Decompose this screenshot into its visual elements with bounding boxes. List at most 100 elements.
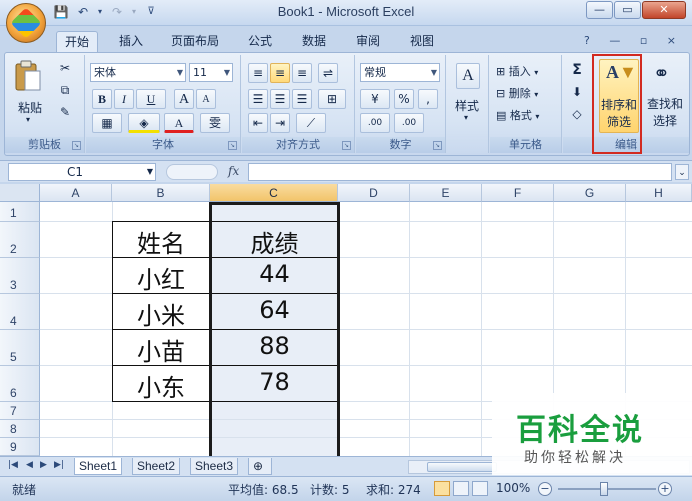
italic-button[interactable]: I — [114, 89, 134, 109]
column-header-h[interactable]: H — [626, 184, 692, 202]
last-sheet-icon[interactable]: ▶| — [54, 460, 64, 470]
styles-button[interactable]: 样式 — [455, 97, 479, 114]
bold-button[interactable]: B — [92, 89, 112, 109]
row-header-1[interactable]: 1 — [0, 202, 40, 222]
formula-input[interactable] — [248, 163, 672, 181]
number-format-select[interactable]: 常规 ▼ — [360, 63, 440, 82]
first-sheet-icon[interactable]: |◀ — [8, 460, 18, 470]
borders-icon[interactable]: ▦ — [92, 113, 122, 133]
align-middle-icon[interactable]: ≡ — [270, 63, 290, 83]
table-cell[interactable]: 78 — [212, 368, 337, 396]
font-launcher-icon[interactable]: ↘ — [228, 141, 237, 150]
paste-dropdown-icon[interactable]: ▾ — [26, 115, 30, 124]
tab-insert[interactable]: 插入 — [110, 31, 152, 52]
shrink-font-button[interactable]: A — [196, 89, 216, 109]
row-header-4[interactable]: 4 — [0, 294, 40, 330]
table-cell[interactable]: 44 — [212, 260, 337, 288]
sheet-tab-2[interactable]: Sheet2 — [132, 458, 181, 475]
workbook-window-controls[interactable]: ? — ▫ × — [584, 34, 684, 47]
tab-view[interactable]: 视图 — [402, 31, 442, 52]
decrease-decimal-button[interactable]: .00 — [394, 113, 424, 133]
select-all-corner[interactable] — [0, 184, 40, 202]
column-header-f[interactable]: F — [482, 184, 554, 202]
table-cell[interactable]: 小红 — [112, 260, 210, 295]
grow-font-button[interactable]: A — [174, 89, 194, 109]
font-color-button[interactable]: A — [164, 113, 194, 133]
zoom-slider-thumb[interactable] — [600, 482, 608, 496]
normal-view-icon[interactable] — [434, 481, 450, 496]
table-cell[interactable]: 小米 — [112, 296, 210, 331]
cut-icon[interactable]: ✂ — [55, 59, 75, 79]
align-bottom-icon[interactable]: ≡ — [292, 63, 312, 83]
clipboard-launcher-icon[interactable]: ↘ — [72, 141, 81, 150]
sheet-tab-3[interactable]: Sheet3 — [190, 458, 239, 475]
horizontal-scrollbar-thumb[interactable] — [427, 462, 497, 472]
increase-indent-icon[interactable]: ⇥ — [270, 113, 290, 133]
number-launcher-icon[interactable]: ↘ — [433, 141, 442, 150]
name-box[interactable]: C1 ▼ — [8, 163, 156, 181]
row-header-3[interactable]: 3 — [0, 258, 40, 294]
column-header-c[interactable]: C — [210, 184, 338, 202]
accounting-format-icon[interactable]: ¥ — [360, 89, 390, 109]
page-break-view-icon[interactable] — [472, 481, 488, 496]
fill-color-icon[interactable]: ◈ — [128, 113, 160, 133]
row-header-7[interactable]: 7 — [0, 402, 40, 420]
autosum-button[interactable]: Σ — [567, 61, 587, 81]
tab-formulas[interactable]: 公式 — [240, 31, 280, 52]
next-sheet-icon[interactable]: ▶ — [40, 460, 47, 470]
copy-icon[interactable]: ⧉ — [55, 81, 75, 101]
column-header-d[interactable]: D — [338, 184, 410, 202]
row-header-6[interactable]: 6 — [0, 366, 40, 402]
row-header-8[interactable]: 8 — [0, 420, 40, 438]
table-cell[interactable]: 小苗 — [112, 332, 210, 367]
find-select-button[interactable]: ⚭ 查找和 选择 — [643, 59, 683, 133]
row-header-5[interactable]: 5 — [0, 330, 40, 366]
tab-home[interactable]: 开始 — [56, 31, 98, 52]
font-size-select[interactable]: 11 ▼ — [189, 63, 233, 82]
zoom-in-icon[interactable]: + — [658, 482, 672, 496]
maximize-button[interactable]: ▭ — [614, 1, 641, 19]
insert-cells-button[interactable]: ⊞ 插入 ▾ — [496, 63, 538, 79]
tab-page-layout[interactable]: 页面布局 — [166, 31, 224, 52]
prev-sheet-icon[interactable]: ◀ — [26, 460, 33, 470]
table-header-name[interactable]: 姓名 — [112, 224, 210, 259]
page-layout-view-icon[interactable] — [453, 481, 469, 496]
sheet-tab-1[interactable]: Sheet1 — [74, 458, 123, 475]
paste-icon[interactable] — [13, 59, 43, 99]
formula-bar-resize-handle[interactable] — [166, 164, 218, 180]
delete-cells-button[interactable]: ⊟ 删除 ▾ — [496, 85, 538, 101]
underline-button[interactable]: U — [136, 89, 166, 109]
styles-dropdown-icon[interactable]: ▾ — [464, 113, 468, 122]
expand-formula-bar-icon[interactable]: ⌄ — [675, 164, 689, 180]
align-right-icon[interactable]: ☰ — [292, 89, 312, 109]
minimize-button[interactable]: — — [586, 1, 613, 19]
orientation-icon[interactable]: ⟋ — [296, 113, 326, 133]
fill-icon[interactable]: ⬇ — [567, 83, 587, 103]
table-cell[interactable]: 88 — [212, 332, 337, 360]
insert-function-button[interactable]: fx — [228, 164, 239, 178]
close-button[interactable]: ✕ — [642, 1, 686, 19]
column-header-b[interactable]: B — [112, 184, 210, 202]
format-painter-icon[interactable]: ✎ — [55, 103, 75, 123]
align-center-icon[interactable]: ☰ — [270, 89, 290, 109]
format-cells-button[interactable]: ▤ 格式 ▾ — [496, 107, 539, 123]
comma-button[interactable]: , — [418, 89, 438, 109]
row-header-2[interactable]: 2 — [0, 222, 40, 258]
zoom-level[interactable]: 100% — [496, 481, 530, 495]
insert-sheet-icon[interactable]: ⊕ — [248, 458, 272, 475]
column-header-a[interactable]: A — [40, 184, 112, 202]
paste-button[interactable]: 粘贴 — [18, 99, 42, 116]
column-header-e[interactable]: E — [410, 184, 482, 202]
align-left-icon[interactable]: ☰ — [248, 89, 268, 109]
office-button[interactable] — [6, 3, 46, 43]
table-cell[interactable]: 64 — [212, 296, 337, 324]
clear-icon[interactable]: ◇ — [567, 105, 587, 125]
zoom-out-icon[interactable]: − — [538, 482, 552, 496]
table-header-score[interactable]: 成绩 — [212, 224, 337, 259]
tab-data[interactable]: 数据 — [294, 31, 334, 52]
percent-button[interactable]: % — [394, 89, 414, 109]
decrease-indent-icon[interactable]: ⇤ — [248, 113, 268, 133]
wrap-text-icon[interactable]: ⇌ — [318, 63, 338, 83]
alignment-launcher-icon[interactable]: ↘ — [342, 141, 351, 150]
table-cell[interactable]: 小东 — [112, 368, 210, 403]
